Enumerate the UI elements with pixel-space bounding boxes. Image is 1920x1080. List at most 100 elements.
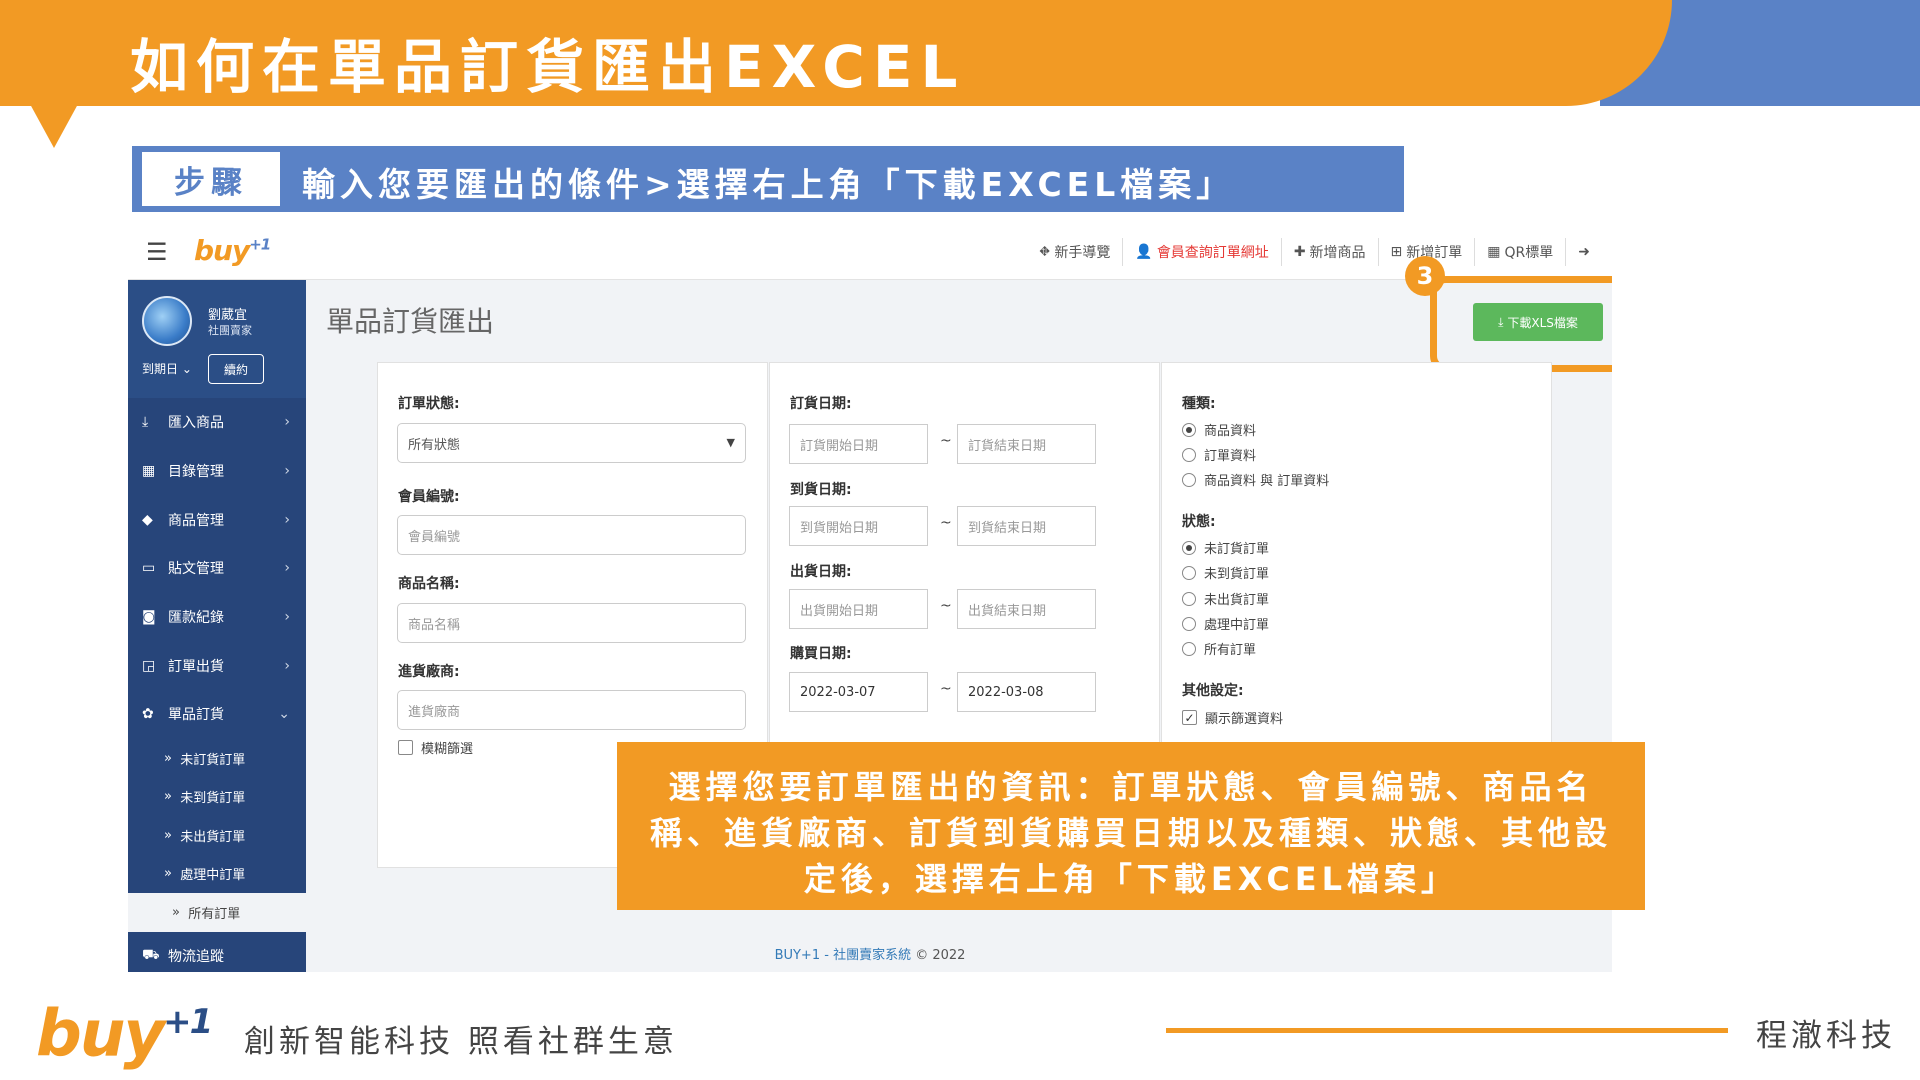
user-profile: 劉葳宜 社團賣家 到期日 ⌄ 續約 — [128, 280, 306, 398]
product-name-input[interactable]: 商品名稱 — [397, 603, 746, 643]
sidebar-item-single-order[interactable]: ✿ 單品訂貨 ⌄ — [128, 690, 306, 739]
slide-title: 如何在單品訂貨匯出EXCEL — [130, 33, 966, 101]
sub-item-all-orders[interactable]: » 所有訂單 — [128, 893, 306, 932]
chevron-down-icon: ⌄ — [181, 362, 192, 376]
order-date-label: 訂貨日期: — [790, 396, 852, 412]
user-role: 社團賣家 — [208, 324, 252, 337]
radio[interactable] — [1182, 565, 1196, 580]
copy-icon: ◲ — [142, 657, 156, 674]
product-name-label: 商品名稱: — [398, 576, 460, 592]
sidebar-item-products[interactable]: ◆ 商品管理 › — [128, 495, 306, 544]
chevron-right-icon: › — [284, 609, 290, 626]
person-icon: 👤 — [1135, 244, 1153, 260]
nav-guide[interactable]: ⛖ 新手導覽 — [1027, 238, 1122, 266]
purchase-date-start-input[interactable]: 2022-03-07 — [789, 672, 928, 712]
chevron-right-icon: › — [284, 511, 290, 528]
chevron-right-icon: › — [284, 463, 290, 480]
status-option-not-shipped[interactable]: 未出貨訂單 — [1182, 589, 1269, 608]
sidebar-item-shipping[interactable]: ◲ 訂單出貨 › — [128, 641, 306, 690]
order-status-label: 訂單狀態: — [398, 396, 460, 412]
supplier-label: 進貨廠商: — [398, 664, 460, 680]
arrival-date-label: 到貨日期: — [790, 482, 852, 498]
plus-icon: ✚ — [1293, 244, 1306, 260]
plus-square-icon: ⊞ — [1390, 244, 1403, 260]
user-name: 劉葳宜 — [208, 308, 248, 323]
download-icon: ⤓ — [142, 414, 149, 431]
footer-link[interactable]: 社團賣家系統 — [833, 948, 911, 963]
type-option-product[interactable]: 商品資料 — [1182, 420, 1256, 439]
sidebar-item-import[interactable]: ⤓ 匯入商品 › — [128, 398, 306, 447]
status-option-unordered[interactable]: 未訂貨訂單 — [1182, 538, 1269, 557]
ship-date-label: 出貨日期: — [790, 564, 852, 580]
logout-icon: ➜ — [1578, 244, 1590, 260]
download-xls-button[interactable]: ⤓ 下載XLS檔案 — [1473, 303, 1603, 341]
checkbox[interactable] — [398, 740, 413, 755]
member-no-input[interactable]: 會員編號 — [397, 515, 746, 555]
sub-item-processing[interactable]: » 處理中訂單 — [128, 854, 306, 894]
sidebar: 劉葳宜 社團賣家 到期日 ⌄ 續約 ⤓ 匯入商品 › ▦ 目錄管理 › ◆ 商品管理 › ▭… — [128, 280, 306, 972]
type-option-order[interactable]: 訂單資料 — [1182, 445, 1256, 464]
instruction-callout: 選擇您要訂單匯出的資訊：訂單狀態、會員編號、商品名稱、進貨廠商、訂貨到貨購買日期… — [617, 742, 1645, 910]
date-separator: ~ — [940, 598, 952, 614]
radio[interactable] — [1182, 591, 1196, 606]
money-icon: ◙ — [142, 609, 156, 626]
order-status-select[interactable]: 所有狀態 ▼ — [397, 423, 746, 463]
app-topbar: ☰ buy+1 ⛖ 新手導覽 👤 會員查詢訂單網址 ✚ 新增商品 ⊞ 新增訂單 ▦ QR標… — [128, 226, 1612, 280]
fuzzy-filter-checkbox[interactable]: 模糊篩選 — [398, 738, 473, 757]
header-pointer — [30, 104, 78, 148]
avatar[interactable] — [142, 296, 192, 346]
radio-selected[interactable] — [1182, 540, 1196, 555]
top-nav: ⛖ 新手導覽 👤 會員查詢訂單網址 ✚ 新增商品 ⊞ 新增訂單 ▦ QR標單 ➜ — [1027, 238, 1602, 266]
nav-add-product[interactable]: ✚ 新增商品 — [1280, 238, 1378, 266]
status-label: 狀態: — [1182, 514, 1216, 530]
app-footer: BUY+1 - 社團賣家系統 © 2022 — [774, 948, 966, 963]
keyboard-icon: ▭ — [142, 560, 156, 577]
status-option-not-arrived[interactable]: 未到貨訂單 — [1182, 563, 1269, 582]
app-logo[interactable]: buy+1 — [194, 234, 271, 267]
status-option-all[interactable]: 所有訂單 — [1182, 639, 1256, 658]
supplier-input[interactable]: 進貨廠商 — [397, 690, 746, 730]
expire-dropdown[interactable]: 到期日 ⌄ — [142, 360, 192, 377]
check-icon[interactable]: ✓ — [1182, 710, 1197, 725]
sub-item-unordered[interactable]: » 未訂貨訂單 — [128, 738, 306, 778]
order-date-start-input[interactable]: 訂貨開始日期 — [789, 424, 928, 464]
date-separator: ~ — [940, 515, 952, 531]
page-title: 單品訂貨匯出 — [326, 305, 495, 338]
nav-logout[interactable]: ➜ — [1565, 238, 1602, 266]
date-separator: ~ — [940, 433, 952, 449]
arrival-date-end-input[interactable]: 到貨結束日期 — [957, 506, 1096, 546]
chevron-right-icon: › — [284, 657, 290, 674]
radio-selected[interactable] — [1182, 422, 1196, 437]
radio[interactable] — [1182, 447, 1196, 462]
arrival-date-start-input[interactable]: 到貨開始日期 — [789, 506, 928, 546]
chevron-down-icon: ▼ — [726, 436, 735, 449]
renew-button[interactable]: 續約 — [208, 354, 264, 384]
table-icon: ▦ — [142, 463, 156, 480]
menu-icon[interactable]: ☰ — [146, 238, 168, 266]
step-instruction: 輸入您要匯出的條件>選擇右上角「下載EXCEL檔案」 — [302, 165, 1235, 204]
tag-icon: ◆ — [142, 511, 153, 528]
other-settings-label: 其他設定: — [1182, 683, 1244, 699]
sidebar-item-catalog[interactable]: ▦ 目錄管理 › — [128, 447, 306, 496]
radio[interactable] — [1182, 641, 1196, 656]
radio[interactable] — [1182, 472, 1196, 487]
status-option-processing[interactable]: 處理中訂單 — [1182, 614, 1269, 633]
sidebar-item-remittance[interactable]: ◙ 匯款紀錄 › — [128, 593, 306, 642]
qrcode-icon: ▦ — [1487, 244, 1501, 260]
radio[interactable] — [1182, 616, 1196, 631]
nav-qr-order[interactable]: ▦ QR標單 — [1474, 238, 1565, 266]
sidebar-item-posts[interactable]: ▭ 貼文管理 › — [128, 544, 306, 593]
show-filter-checkbox[interactable]: ✓ 顯示篩選資料 — [1182, 708, 1283, 727]
company-name: 程澈科技 — [1756, 1018, 1896, 1054]
nav-member-order-url[interactable]: 👤 會員查詢訂單網址 — [1122, 238, 1280, 266]
purchase-date-end-input[interactable]: 2022-03-08 — [957, 672, 1096, 712]
brand-logo: buy+1 — [36, 997, 213, 1072]
sub-item-not-shipped[interactable]: » 未出貨訂單 — [128, 816, 306, 855]
ship-date-start-input[interactable]: 出貨開始日期 — [789, 589, 928, 629]
ship-date-end-input[interactable]: 出貨結束日期 — [957, 589, 1096, 629]
gift-icon: ✿ — [142, 706, 154, 723]
order-date-end-input[interactable]: 訂貨結束日期 — [957, 424, 1096, 464]
footer-divider — [1166, 1028, 1728, 1033]
sub-item-not-arrived[interactable]: » 未到貨訂單 — [128, 777, 306, 816]
type-option-both[interactable]: 商品資料 與 訂單資料 — [1182, 470, 1329, 489]
